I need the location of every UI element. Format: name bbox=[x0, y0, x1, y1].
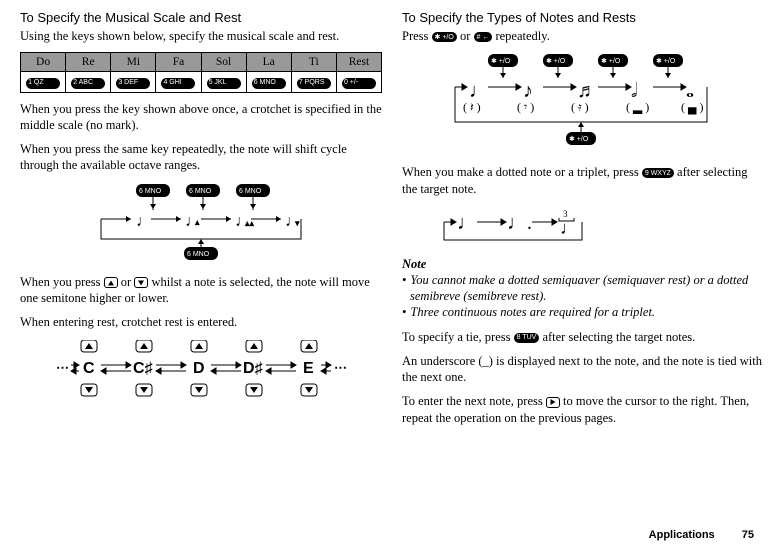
scale-name: Rest bbox=[336, 53, 381, 72]
scale-table: Do Re Mi Fa Sol La Ti Rest 1 QZ 2 ABC 3 … bbox=[20, 52, 382, 92]
svg-text:6 MNO: 6 MNO bbox=[189, 188, 212, 195]
svg-text:▴: ▴ bbox=[194, 217, 200, 227]
svg-text:⋯: ⋯ bbox=[334, 360, 347, 375]
scale-name: Sol bbox=[201, 53, 246, 72]
key-1: 1 QZ bbox=[26, 78, 60, 88]
page-footer: Applications 75 bbox=[649, 529, 754, 541]
press-text: Press ✱ +/O or # ← repeatedly. bbox=[402, 28, 764, 44]
scale-name: Mi bbox=[111, 53, 156, 72]
underscore-text: An underscore (_) is displayed next to t… bbox=[402, 353, 764, 386]
svg-text:✱ +/O: ✱ +/O bbox=[569, 135, 589, 143]
scale-keys-row: 1 QZ 2 ABC 3 DEF 4 GHI 5 JKL 6 MNO 7 PQR… bbox=[21, 72, 382, 92]
scale-name: La bbox=[246, 53, 291, 72]
dotted-figure: ♩ ♩. 3 ♩ bbox=[402, 207, 764, 247]
scale-name: Fa bbox=[156, 53, 201, 72]
semitone-text: When you press or whilst a note is selec… bbox=[20, 274, 382, 307]
svg-text:♩: ♩ bbox=[560, 218, 578, 238]
dotted-text: When you make a dotted note or a triplet… bbox=[402, 164, 764, 197]
svg-text:✱ +/O: ✱ +/O bbox=[601, 57, 621, 65]
svg-text:♪: ♪ bbox=[523, 80, 533, 102]
footer-page: 75 bbox=[742, 529, 754, 541]
crotchet-text: When you press the key shown above once,… bbox=[20, 101, 382, 134]
tie-text: To specify a tie, press 8 TUV after sele… bbox=[402, 329, 764, 345]
key-9: 9 WXYZ bbox=[642, 168, 674, 178]
svg-text:C♯: C♯ bbox=[133, 360, 153, 377]
svg-text:( ▄ ): ( ▄ ) bbox=[681, 100, 704, 115]
left-column: To Specify the Musical Scale and Rest Us… bbox=[20, 10, 382, 434]
svg-text:E: E bbox=[303, 360, 314, 377]
octave-figure: 6 MNO 6 MNO 6 MNO ♩ ♩▴ ♩▴▴ ♩▾ bbox=[20, 184, 382, 264]
svg-text:D: D bbox=[193, 360, 205, 377]
rest-text: When entering rest, crotchet rest is ent… bbox=[20, 314, 382, 330]
repeat-text: When you press the same key repeatedly, … bbox=[20, 141, 382, 174]
key-2: 2 ABC bbox=[71, 78, 105, 88]
svg-text:D♯: D♯ bbox=[243, 360, 263, 377]
note-heading: Note bbox=[402, 257, 764, 272]
note-item: You cannot make a dotted semiquaver (sem… bbox=[410, 272, 764, 305]
next-note-text: To enter the next note, press to move th… bbox=[402, 393, 764, 426]
svg-text:⋯: ⋯ bbox=[56, 360, 69, 375]
heading-scale-rest: To Specify the Musical Scale and Rest bbox=[20, 10, 382, 25]
svg-text:▾: ▾ bbox=[294, 218, 300, 228]
star-key: ✱ +/O bbox=[432, 32, 457, 42]
svg-text:C: C bbox=[83, 360, 95, 377]
key-5: 5 JKL bbox=[207, 78, 241, 88]
note-type-figure: ✱ +/O ✱ +/O ✱ +/O ✱ +/O ♩ ♪ ♬ 𝅗𝅥 𝅝 ( 𝄽 )… bbox=[402, 54, 764, 154]
svg-text:𝅝: 𝅝 bbox=[686, 80, 694, 102]
svg-text:▴▴: ▴▴ bbox=[244, 218, 255, 228]
scale-names-row: Do Re Mi Fa Sol La Ti Rest bbox=[21, 53, 382, 72]
svg-text:6 MNO: 6 MNO bbox=[187, 251, 210, 258]
svg-text:6 MNO: 6 MNO bbox=[139, 188, 162, 195]
svg-text:✱ +/O: ✱ +/O bbox=[656, 57, 676, 65]
svg-text:♩: ♩ bbox=[457, 212, 477, 234]
note-list: You cannot make a dotted semiquaver (sem… bbox=[402, 272, 764, 321]
scale-name: Do bbox=[21, 53, 66, 72]
heading-notes-rests: To Specify the Types of Notes and Rests bbox=[402, 10, 764, 25]
svg-text:✱ +/O: ✱ +/O bbox=[491, 57, 511, 65]
svg-text:( 𝄾 ): ( 𝄾 ) bbox=[517, 100, 534, 114]
footer-section: Applications bbox=[649, 529, 715, 541]
key-6: 6 MNO bbox=[252, 78, 286, 88]
svg-text:♩: ♩ bbox=[136, 213, 152, 230]
scale-name: Re bbox=[66, 53, 111, 72]
svg-text:♩.: ♩. bbox=[507, 212, 532, 234]
key-4: 4 GHI bbox=[161, 78, 195, 88]
svg-text:( 𝄽 ): ( 𝄽 ) bbox=[463, 100, 481, 114]
scale-name: Ti bbox=[291, 53, 336, 72]
svg-text:( ▂ ): ( ▂ ) bbox=[626, 100, 649, 114]
svg-text:✱ +/O: ✱ +/O bbox=[546, 57, 566, 65]
up-icon bbox=[104, 277, 118, 288]
note-item: Three continuous notes are required for … bbox=[410, 304, 764, 320]
svg-text:♬: ♬ bbox=[577, 80, 597, 102]
key-0: 0 +/- bbox=[342, 78, 376, 88]
key-7: 7 PQRS bbox=[297, 78, 331, 88]
intro-text: Using the keys shown below, specify the … bbox=[20, 28, 382, 44]
right-icon bbox=[546, 397, 560, 408]
down-icon bbox=[134, 277, 148, 288]
svg-text:♩: ♩ bbox=[469, 80, 489, 102]
svg-text:( 𝄿 ): ( 𝄿 ) bbox=[571, 100, 589, 114]
semitone-figure: ⋯ ⋯ C C♯ D bbox=[20, 340, 382, 400]
hash-key: # ← bbox=[474, 32, 493, 42]
key-3: 3 DEF bbox=[116, 78, 150, 88]
key-8: 8 TUV bbox=[514, 333, 540, 343]
svg-text:𝅗𝅥: 𝅗𝅥 bbox=[631, 80, 637, 102]
svg-text:6 MNO: 6 MNO bbox=[239, 188, 262, 195]
right-column: To Specify the Types of Notes and Rests … bbox=[402, 10, 764, 434]
